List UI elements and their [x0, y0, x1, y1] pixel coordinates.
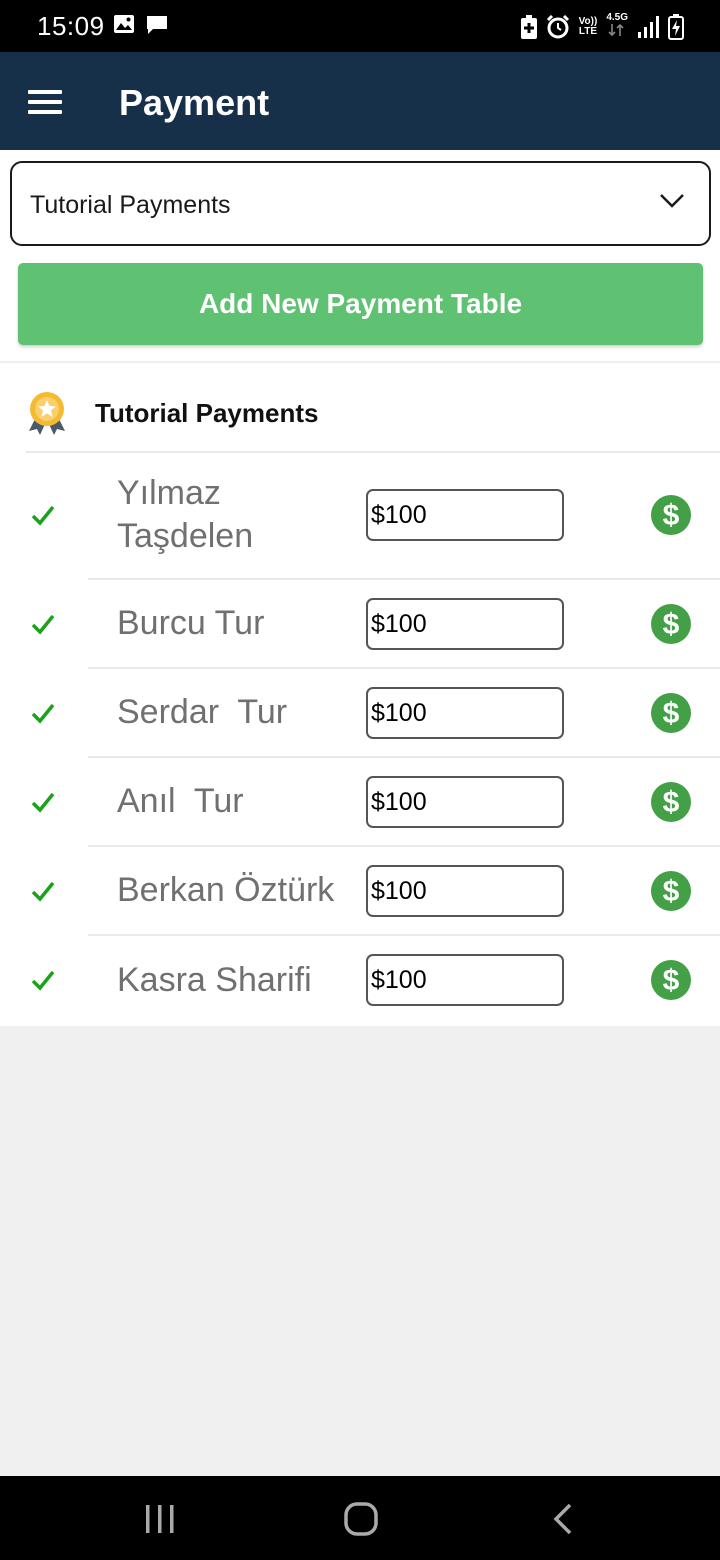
- person-name: Kasra Sharifi: [117, 961, 312, 999]
- pay-dollar-icon[interactable]: $: [651, 495, 691, 535]
- svg-text:$: $: [663, 608, 680, 641]
- svg-text:$: $: [663, 499, 680, 532]
- amount-input[interactable]: [366, 687, 564, 739]
- payment-list-title: Tutorial Payments: [95, 398, 319, 428]
- status-time: 15:09: [37, 11, 105, 41]
- payment-row: Berkan Öztürk $: [0, 847, 720, 936]
- network-4g-icon: 4.5G: [606, 13, 628, 41]
- home-icon[interactable]: [343, 1501, 379, 1537]
- person-name: Burcu Tur: [117, 604, 265, 642]
- person-name: Anıl Tur: [117, 782, 244, 820]
- pay-dollar-icon[interactable]: $: [651, 604, 691, 644]
- amount-input[interactable]: [366, 865, 564, 917]
- signal-icon: [638, 16, 659, 38]
- payment-list-header: Tutorial Payments: [0, 363, 720, 453]
- payment-row: Kasra Sharifi $: [0, 936, 720, 1026]
- check-icon: [31, 881, 55, 902]
- volte-icon: Vo)) LTE: [578, 16, 598, 37]
- alarm-icon: [546, 15, 569, 39]
- system-nav-bar: [0, 1476, 720, 1560]
- payment-row: Yılmaz Taşdelen $: [0, 452, 720, 580]
- svg-text:$: $: [663, 875, 680, 908]
- status-bar: 15:09 Vo)) LTE 4.5G: [0, 0, 720, 52]
- svg-text:$: $: [663, 964, 680, 997]
- back-icon[interactable]: [550, 1502, 576, 1536]
- battery-charging-icon: [668, 14, 684, 40]
- image-icon: [114, 15, 134, 33]
- app-bar: Payment: [0, 52, 720, 150]
- payment-row: Serdar Tur $: [0, 669, 720, 758]
- check-icon: [31, 970, 55, 991]
- dropdown-selected-value: Tutorial Payments: [30, 191, 231, 219]
- payment-table-dropdown[interactable]: Tutorial Payments: [10, 161, 711, 246]
- check-icon: [31, 614, 55, 635]
- payment-table-controls: Tutorial Payments Add New Payment Table: [0, 150, 720, 361]
- amount-input[interactable]: [366, 954, 564, 1006]
- payment-row: Anıl Tur $: [0, 758, 720, 847]
- check-icon: [31, 792, 55, 813]
- chevron-down-icon: [660, 194, 684, 208]
- message-icon: [147, 16, 167, 34]
- add-payment-table-button[interactable]: Add New Payment Table: [18, 263, 703, 345]
- award-medal-icon: [29, 392, 65, 435]
- pay-dollar-icon[interactable]: $: [651, 693, 691, 733]
- svg-text:$: $: [663, 786, 680, 819]
- check-icon: [31, 505, 55, 526]
- person-name: Serdar Tur: [117, 693, 288, 731]
- svg-text:$: $: [663, 697, 680, 730]
- person-name: Berkan Öztürk: [117, 871, 335, 909]
- recent-apps-icon[interactable]: [143, 1503, 177, 1535]
- check-icon: [31, 703, 55, 724]
- amount-input[interactable]: [366, 776, 564, 828]
- amount-input[interactable]: [366, 598, 564, 650]
- pay-dollar-icon[interactable]: $: [651, 782, 691, 822]
- pay-dollar-icon[interactable]: $: [651, 960, 691, 1000]
- hamburger-menu-icon[interactable]: [28, 90, 62, 114]
- battery-saver-icon: [520, 15, 537, 39]
- amount-input[interactable]: [366, 489, 564, 541]
- person-name: Yılmaz Taşdelen: [117, 474, 254, 555]
- payment-list: Tutorial Payments Yılmaz Taşdelen $ Burc…: [0, 363, 720, 1026]
- payment-row: Burcu Tur $: [0, 580, 720, 669]
- page-title: Payment: [119, 82, 270, 123]
- pay-dollar-icon[interactable]: $: [651, 871, 691, 911]
